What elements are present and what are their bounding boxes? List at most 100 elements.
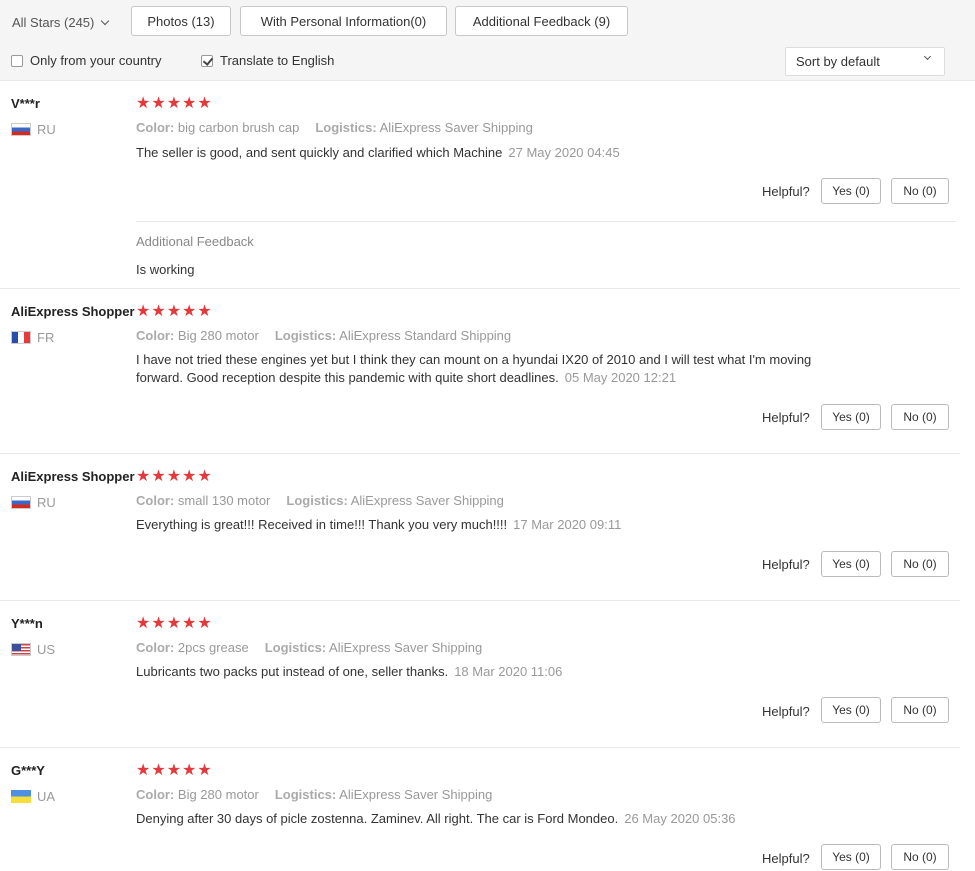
all-stars-label: All Stars (245) (12, 15, 95, 30)
color-label: Color: (136, 640, 175, 655)
reviewer-name: Y***n (11, 616, 43, 631)
review-date: 05 May 2020 12:21 (564, 370, 677, 385)
logistics-label: Logistics: (264, 640, 327, 655)
logistics-value: AliExpress Saver Shipping (379, 120, 533, 135)
france-flag-icon (11, 331, 31, 344)
translate-option[interactable]: Translate to English (201, 53, 334, 68)
filter-bar: All Stars (245) Photos (13) With Persona… (0, 0, 975, 81)
star-icon: ★ (182, 615, 197, 632)
helpful-yes-button[interactable]: Yes (0) (821, 844, 881, 870)
logistics-label: Logistics: (315, 120, 377, 135)
reviewer-country: UA (11, 789, 55, 804)
review-item: AliExpress Shopper FR ★ ★ ★ ★ ★ Color: Big 2… (0, 289, 975, 454)
logistics-label: Logistics: (286, 493, 348, 508)
reviewer-country: RU (11, 495, 56, 510)
star-icon: ★ (151, 615, 166, 632)
color-label: Color: (136, 120, 175, 135)
additional-feedback-text: Is working (136, 262, 195, 277)
star-icon: ★ (182, 762, 197, 779)
color-value: 2pcs grease (177, 640, 249, 655)
star-icon: ★ (197, 762, 212, 779)
additional-feedback-filter-button[interactable]: Additional Feedback (9) (455, 6, 628, 36)
star-icon: ★ (166, 762, 182, 779)
star-icon: ★ (166, 303, 182, 320)
star-rating: ★ ★ ★ ★ ★ (136, 304, 212, 320)
color-value: big carbon brush cap (177, 120, 300, 135)
all-stars-dropdown[interactable]: All Stars (245) (12, 15, 110, 30)
color-value: Big 280 motor (177, 328, 259, 343)
helpful-no-button[interactable]: No (0) (891, 404, 949, 430)
country-code: US (37, 642, 56, 657)
country-code: RU (37, 495, 56, 510)
divider (136, 221, 956, 222)
star-icon: ★ (136, 95, 151, 112)
additional-feedback-title: Additional Feedback (136, 234, 254, 249)
order-info: Color: small 130 motor Logistics: AliExpr… (136, 493, 504, 508)
star-icon: ★ (182, 468, 197, 485)
review-date: 18 Mar 2020 11:06 (454, 664, 563, 679)
logistics-value: AliExpress Standard Shipping (339, 328, 512, 343)
helpful-no-button[interactable]: No (0) (891, 697, 949, 723)
review-text: Denying after 30 days of picle zostenna.… (136, 810, 856, 828)
helpful-label: Helpful? (762, 184, 810, 199)
star-icon: ★ (136, 615, 151, 632)
logistics-label: Logistics: (274, 787, 337, 802)
logistics-value: AliExpress Saver Shipping (339, 787, 493, 802)
star-rating: ★ ★ ★ ★ ★ (136, 763, 212, 779)
helpful-no-button[interactable]: No (0) (891, 178, 949, 204)
star-icon: ★ (197, 303, 212, 320)
logistics-value: AliExpress Saver Shipping (329, 640, 483, 655)
chevron-down-icon (923, 52, 932, 61)
review-item: AliExpress Shopper RU ★ ★ ★ ★ ★ Color: small… (0, 454, 975, 601)
star-rating: ★ ★ ★ ★ ★ (136, 616, 212, 632)
only-country-label: Only from your country (30, 53, 162, 68)
review-date: 26 May 2020 05:36 (624, 811, 736, 826)
order-info: Color: big carbon brush cap Logistics: Al… (136, 120, 533, 135)
review-text: Lubricants two packs put instead of one,… (136, 663, 856, 681)
star-icon: ★ (136, 762, 151, 779)
sort-select[interactable]: Sort by default (785, 47, 945, 76)
country-code: FR (37, 330, 55, 345)
only-country-checkbox[interactable] (11, 54, 23, 67)
logistics-label: Logistics: (274, 328, 337, 343)
review-body: The seller is good, and sent quickly and… (136, 145, 503, 160)
star-icon: ★ (151, 468, 166, 485)
star-icon: ★ (197, 468, 212, 485)
helpful-yes-button[interactable]: Yes (0) (821, 551, 881, 577)
order-info: Color: 2pcs grease Logistics: AliExpress … (136, 640, 482, 655)
review-text: The seller is good, and sent quickly and… (136, 144, 856, 162)
review-text: Everything is great!!! Received in time!… (136, 516, 856, 534)
helpful-no-button[interactable]: No (0) (891, 844, 949, 870)
color-value: Big 280 motor (177, 787, 259, 802)
review-body-line1: I have not tried these engines yet but I… (136, 352, 812, 367)
country-code: UA (37, 789, 56, 804)
photos-filter-button[interactable]: Photos (13) (131, 6, 231, 36)
review-item: G***Y UA ★ ★ ★ ★ ★ Color: Big 280 motor Logis… (0, 748, 975, 871)
reviewer-name: AliExpress Shopper (11, 469, 135, 484)
review-item: V***r RU ★ ★ ★ ★ ★ Color: big carbon brush c… (0, 81, 975, 289)
star-icon: ★ (182, 303, 197, 320)
helpful-yes-button[interactable]: Yes (0) (821, 404, 881, 430)
review-date: 27 May 2020 04:45 (508, 145, 620, 160)
review-body: Lubricants two packs put instead of one,… (136, 664, 449, 679)
personal-info-filter-button[interactable]: With Personal Information(0) (240, 6, 447, 36)
helpful-yes-button[interactable]: Yes (0) (821, 178, 881, 204)
review-body-line2: forward. Good reception despite this pan… (136, 370, 559, 385)
star-icon: ★ (197, 95, 212, 112)
reviewer-country: FR (11, 330, 54, 345)
sort-label: Sort by default (796, 54, 880, 69)
review-body: Everything is great!!! Received in time!… (136, 517, 508, 532)
star-icon: ★ (166, 95, 182, 112)
only-country-option[interactable]: Only from your country (11, 53, 162, 68)
helpful-no-button[interactable]: No (0) (891, 551, 949, 577)
order-info: Color: Big 280 motor Logistics: AliExpres… (136, 787, 492, 802)
star-icon: ★ (136, 468, 151, 485)
star-rating: ★ ★ ★ ★ ★ (136, 96, 212, 112)
translate-checkbox[interactable] (201, 54, 213, 67)
star-icon: ★ (136, 303, 151, 320)
helpful-yes-button[interactable]: Yes (0) (821, 697, 881, 723)
helpful-label: Helpful? (762, 410, 810, 425)
russia-flag-icon (11, 496, 31, 509)
star-rating: ★ ★ ★ ★ ★ (136, 469, 212, 485)
star-icon: ★ (151, 762, 166, 779)
